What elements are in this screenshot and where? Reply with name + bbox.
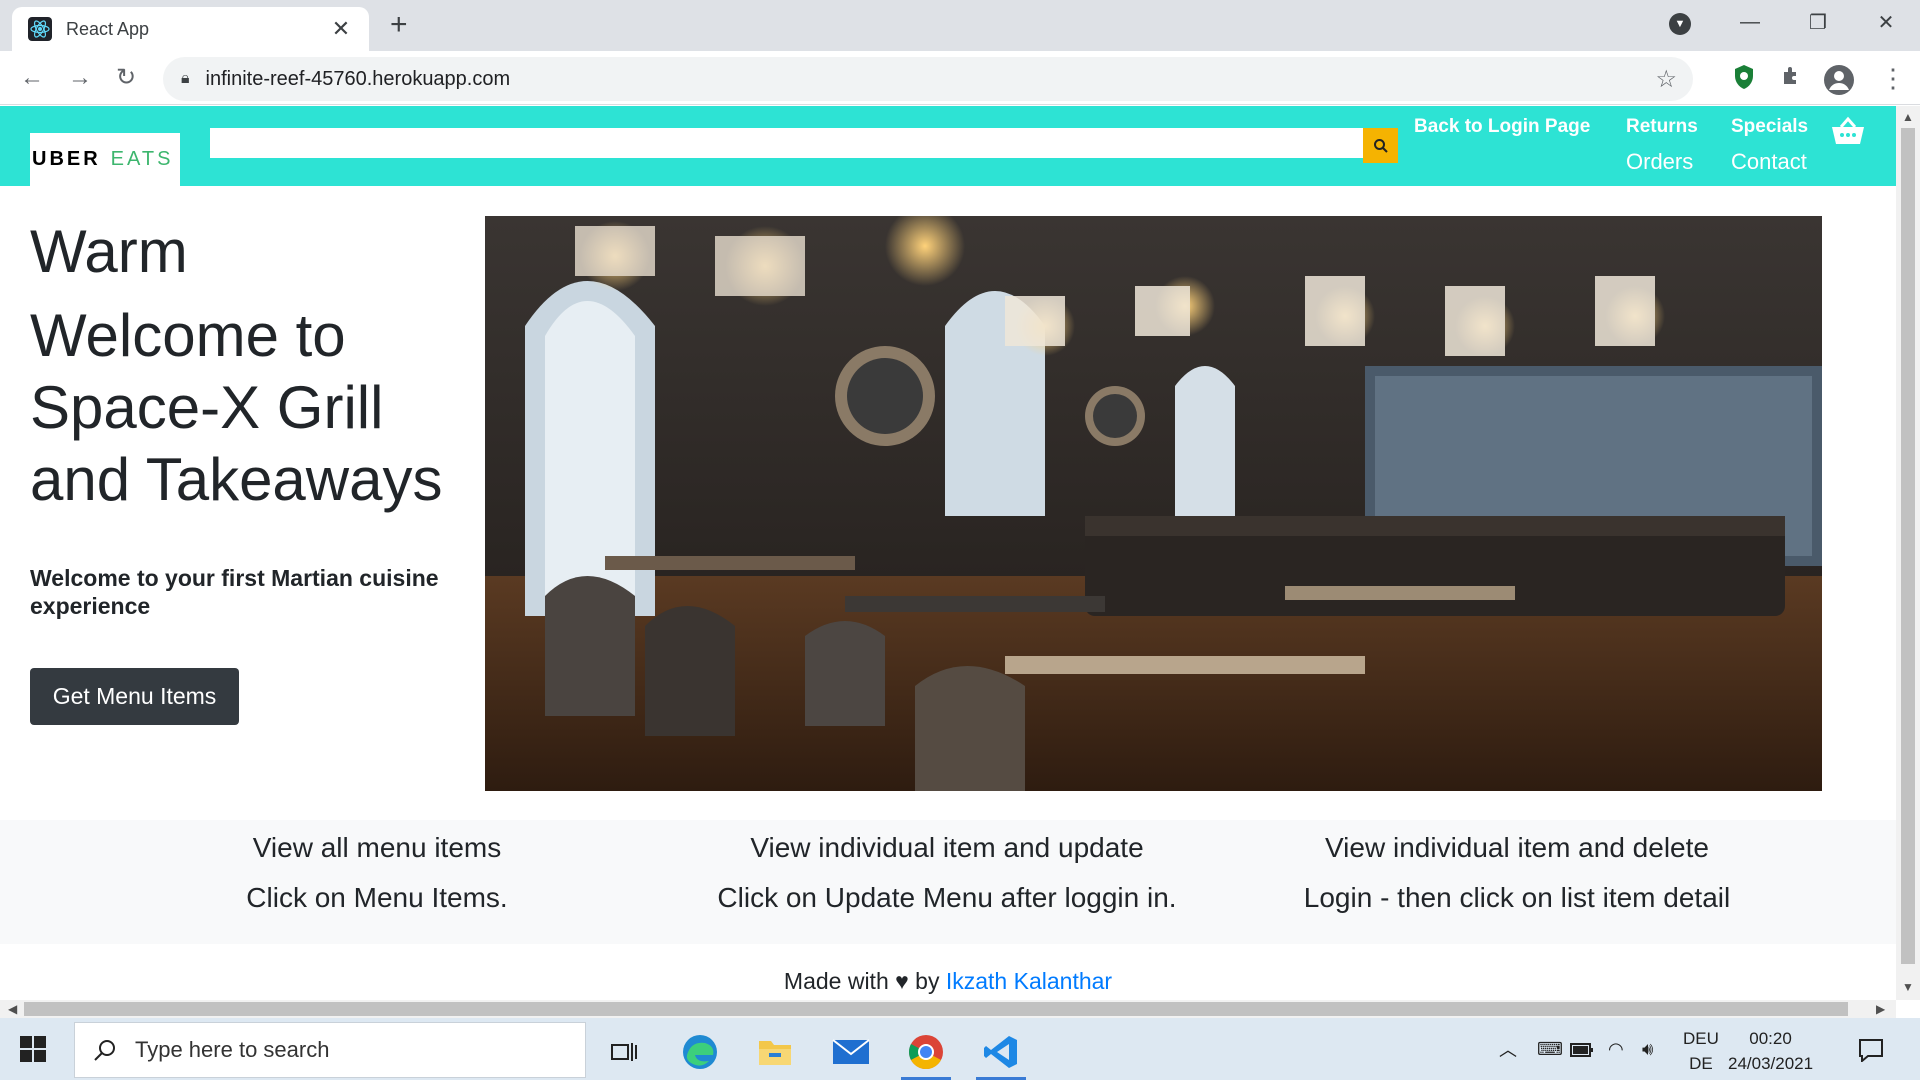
extension-shield-icon[interactable] — [1733, 64, 1755, 90]
keyboard-layout: DE — [1689, 1054, 1713, 1073]
feature-text: Login - then click on list item detail — [1303, 882, 1731, 913]
browser-tab[interactable]: React App ✕ — [12, 7, 369, 51]
hero-title-line-2: Welcome to — [30, 302, 346, 369]
nav-contact[interactable]: Contact — [1731, 149, 1807, 175]
lock-icon[interactable]: 🔒︎ — [181, 70, 190, 88]
horizontal-scroll-thumb[interactable] — [24, 1002, 1848, 1016]
forward-arrow-icon[interactable]: → — [68, 65, 92, 91]
site-footer: Made with ♥ by Ikzath Kalanthar — [0, 968, 1896, 995]
file-explorer-icon[interactable] — [744, 1024, 806, 1080]
hero-title-line-1: Warm — [30, 218, 188, 285]
logo-eats: EATS — [110, 148, 174, 170]
vertical-scrollbar[interactable]: ▲ ▼ — [1896, 106, 1920, 1000]
extensions-puzzle-icon[interactable] — [1780, 64, 1804, 88]
nav-back-to-login[interactable]: Back to Login Page — [1414, 116, 1590, 138]
menu-kebab-icon[interactable]: ⋮ — [1880, 64, 1906, 92]
uber-eats-logo[interactable]: UBER EATS — [30, 133, 180, 186]
clock-time: 00:20 — [1749, 1029, 1792, 1048]
bookmark-star-icon[interactable]: ☆ — [1655, 65, 1677, 94]
search-icon — [1373, 138, 1388, 153]
restore-icon[interactable]: ❐ — [1784, 10, 1852, 35]
browser-tab-bar: React App ✕ + ▼ — ❐ ✕ — [0, 0, 1920, 51]
features-section: View all menu items Click on Menu Items.… — [0, 820, 1896, 944]
tab-search-icon[interactable]: ▼ — [1669, 13, 1691, 35]
site-navbar: UBER EATS Back to Login Page Returns Spe… — [0, 106, 1896, 186]
footer-by: by — [915, 968, 940, 994]
get-menu-items-button[interactable]: Get Menu Items — [30, 668, 239, 725]
wifi-icon[interactable]: ◠ — [1608, 1018, 1624, 1080]
footer-made-with: Made with — [783, 968, 889, 994]
search-icon — [94, 1040, 115, 1061]
page-viewport: UBER EATS Back to Login Page Returns Spe… — [0, 106, 1896, 1000]
battery-icon[interactable] — [1570, 1042, 1594, 1058]
meet-now-icon[interactable]: ⌨︎ — [1537, 1018, 1563, 1080]
feature-title: View individual item and delete — [1325, 832, 1709, 863]
feature-title: View all menu items — [252, 832, 502, 863]
browser-toolbar: ← → ↻ 🔒︎ infinite-reef-45760.herokuapp.c… — [0, 51, 1920, 105]
address-bar[interactable]: 🔒︎ infinite-reef-45760.herokuapp.com ☆ — [163, 57, 1693, 101]
nav-orders[interactable]: Orders — [1626, 149, 1693, 175]
nav-returns[interactable]: Returns — [1626, 116, 1698, 138]
shopping-basket-icon[interactable] — [1830, 116, 1866, 146]
search-button[interactable] — [1363, 128, 1398, 163]
hero-subtitle: Welcome to your first Martian cuisine ex… — [30, 565, 439, 619]
tab-title: React App — [66, 18, 150, 39]
tab-close-icon[interactable]: ✕ — [329, 16, 353, 42]
scroll-right-icon[interactable]: ▶ — [1876, 1000, 1885, 1018]
notifications-icon[interactable] — [1858, 1038, 1884, 1062]
back-arrow-icon[interactable]: ← — [20, 65, 44, 91]
taskbar-search-box[interactable]: Type here to search — [74, 1022, 586, 1078]
taskbar-search-placeholder: Type here to search — [135, 1037, 330, 1062]
window-controls: — ❐ ✕ — [1716, 0, 1920, 44]
feature-title: View individual item and update — [750, 832, 1144, 863]
search-input[interactable] — [210, 128, 1363, 158]
horizontal-scrollbar[interactable]: ◀ ▶ — [0, 1000, 1896, 1018]
scroll-down-icon[interactable]: ▼ — [1896, 980, 1920, 994]
logo-uber: UBER — [32, 148, 101, 170]
windows-taskbar: Type here to search ︿ ⌨︎ ◠ 🔊︎ DEU DE 00:… — [0, 1018, 1920, 1080]
chrome-icon[interactable] — [895, 1024, 957, 1080]
profile-avatar-icon[interactable] — [1823, 64, 1855, 96]
hero-title-line-4: and Takeaways — [30, 446, 443, 513]
edge-browser-icon[interactable] — [669, 1024, 731, 1080]
react-icon — [28, 17, 52, 41]
new-tab-button[interactable]: + — [390, 10, 408, 40]
feature-text: Click on Menu Items. — [246, 882, 508, 913]
reload-icon[interactable]: ↻ — [116, 65, 136, 91]
author-link[interactable]: Ikzath Kalanthar — [946, 968, 1112, 994]
scroll-up-icon[interactable]: ▲ — [1896, 110, 1920, 124]
clock-date: 24/03/2021 — [1728, 1054, 1814, 1073]
close-window-icon[interactable]: ✕ — [1852, 10, 1920, 35]
restaurant-interior-picture — [485, 216, 1822, 791]
windows-start-icon[interactable] — [20, 1036, 46, 1062]
show-hidden-icons-chevron-icon[interactable]: ︿ — [1499, 1018, 1517, 1080]
nav-specials[interactable]: Specials — [1731, 116, 1808, 138]
heart-icon: ♥ — [895, 968, 909, 994]
scroll-left-icon[interactable]: ◀ — [8, 1000, 17, 1018]
language-indicator[interactable]: DEU DE — [1683, 1026, 1719, 1076]
mail-icon[interactable] — [820, 1024, 882, 1080]
minimize-icon[interactable]: — — [1716, 11, 1784, 34]
volume-icon[interactable]: 🔊︎ — [1642, 1018, 1653, 1080]
vertical-scroll-thumb[interactable] — [1901, 128, 1915, 964]
vscode-icon[interactable] — [970, 1024, 1032, 1080]
hero-title-line-3: Space-X Grill — [30, 374, 384, 441]
url-text[interactable]: infinite-reef-45760.herokuapp.com — [206, 68, 1656, 91]
system-clock[interactable]: 00:20 24/03/2021 — [1728, 1026, 1813, 1076]
restaurant-image — [485, 216, 1822, 791]
task-view-icon[interactable] — [593, 1024, 655, 1080]
language-code: DEU — [1683, 1029, 1719, 1048]
feature-text: Click on Update Menu after loggin in. — [717, 882, 1177, 913]
